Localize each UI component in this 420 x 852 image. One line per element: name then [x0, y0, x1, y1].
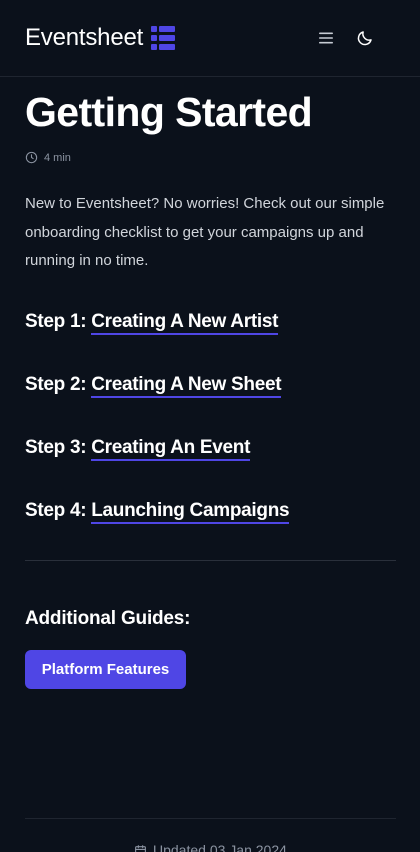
calendar-icon: [134, 844, 147, 852]
updated-date: Updated 03 Jan 2024: [134, 842, 287, 852]
step-2-link[interactable]: Creating A New Sheet: [91, 374, 282, 398]
top-header: Eventsheet: [0, 0, 420, 77]
section-divider: [25, 560, 396, 561]
clock-icon: [25, 151, 38, 164]
menu-button[interactable]: [316, 29, 336, 47]
brand-name: Eventsheet: [25, 24, 144, 51]
footer-divider: [25, 818, 396, 819]
step-2: Step 2: Creating A New Sheet: [25, 373, 282, 398]
additional-guides-heading: Additional Guides:: [25, 608, 191, 629]
step-3-prefix: Step 3:: [25, 437, 87, 458]
step-3: Step 3: Creating An Event: [25, 436, 250, 461]
read-time: 4 min: [25, 151, 71, 164]
intro-paragraph: New to Eventsheet? No worries! Check out…: [25, 195, 385, 269]
grid-logo-icon: [151, 26, 176, 50]
platform-features-button[interactable]: Platform Features: [25, 650, 186, 689]
theme-toggle-button[interactable]: [355, 28, 375, 48]
step-3-link[interactable]: Creating An Event: [91, 437, 250, 461]
hamburger-menu-icon: [318, 32, 334, 44]
updated-label: Updated 03 Jan 2024: [153, 842, 287, 852]
step-1-link[interactable]: Creating A New Artist: [91, 311, 278, 335]
step-4: Step 4: Launching Campaigns: [25, 499, 290, 524]
moon-icon: [356, 29, 374, 47]
step-1-prefix: Step 1:: [25, 311, 87, 332]
page: Eventsheet Getting Started 4 min New to …: [0, 0, 420, 852]
step-2-prefix: Step 2:: [25, 374, 87, 395]
step-1: Step 1: Creating A New Artist: [25, 310, 278, 335]
brand-link[interactable]: Eventsheet: [25, 24, 176, 52]
page-title: Getting Started: [25, 89, 313, 135]
step-4-prefix: Step 4:: [25, 500, 87, 521]
step-4-link[interactable]: Launching Campaigns: [91, 500, 290, 524]
read-time-label: 4 min: [44, 151, 71, 164]
